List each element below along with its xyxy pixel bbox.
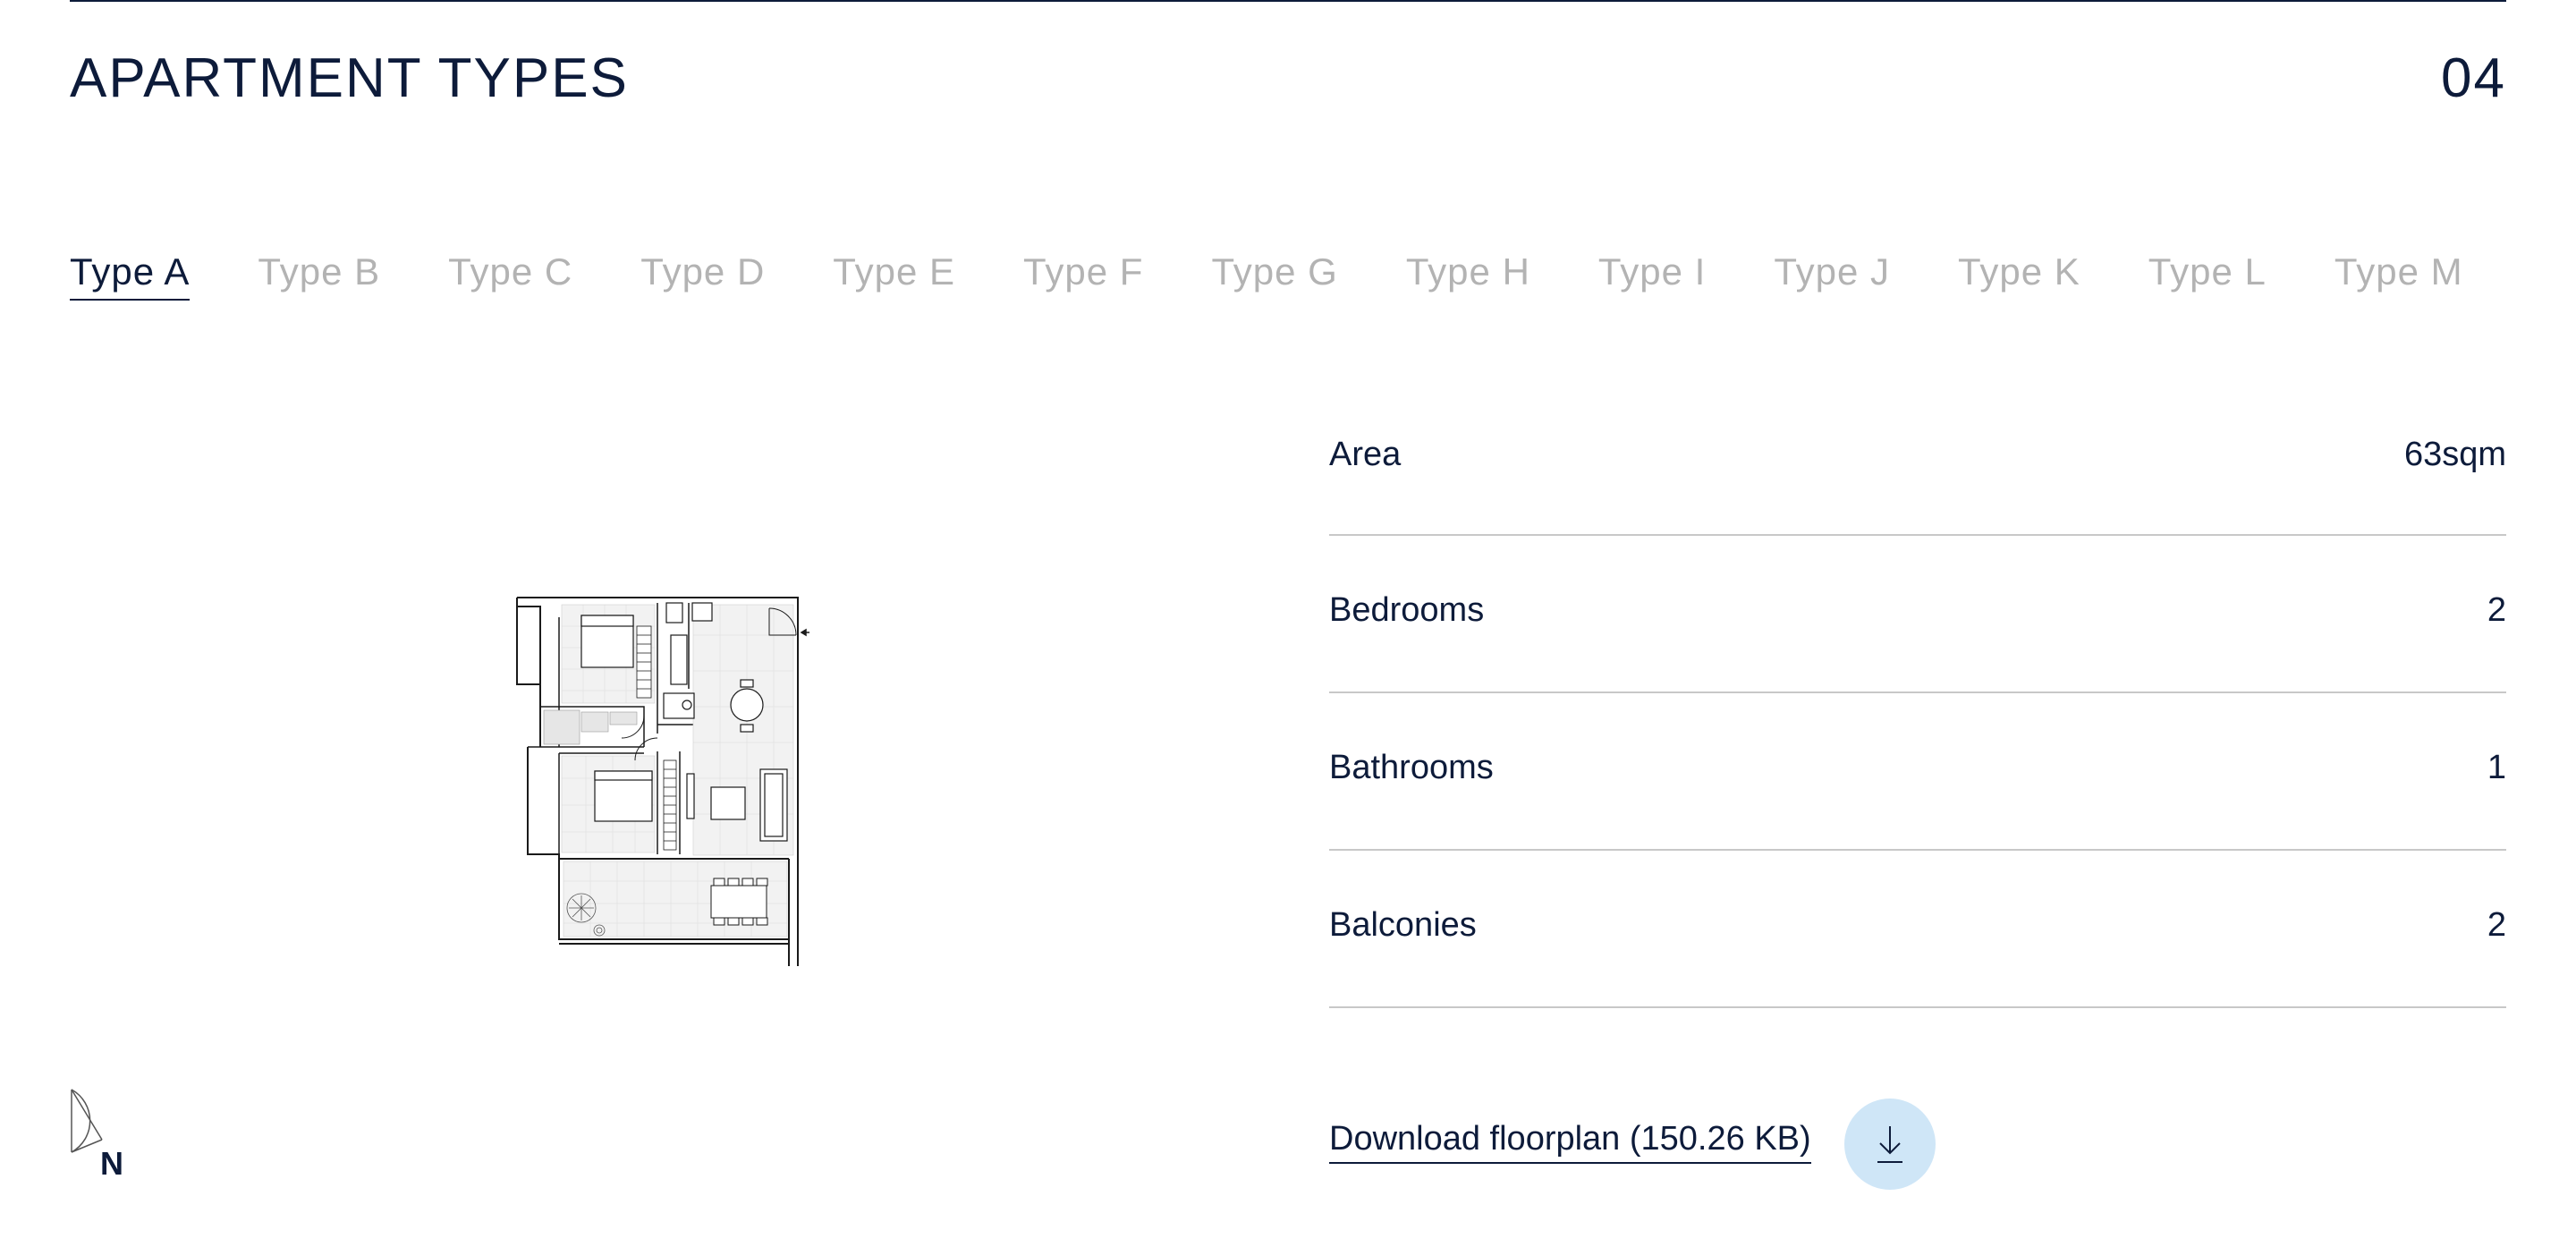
tab-type-f[interactable]: Type F <box>1023 250 1143 299</box>
tab-type-m[interactable]: Type M <box>2334 250 2463 299</box>
compass-north-label: N <box>100 1145 123 1182</box>
section-title: APARTMENT TYPES <box>70 47 629 109</box>
tab-type-h[interactable]: Type H <box>1406 250 1530 299</box>
spec-row-bathrooms: Bathrooms 1 <box>1329 693 2506 851</box>
tab-type-c[interactable]: Type C <box>448 250 572 299</box>
tab-type-l[interactable]: Type L <box>2148 250 2267 299</box>
download-floorplan-link[interactable]: Download floorplan (150.26 KB) <box>1329 1120 1811 1164</box>
spec-value: 1 <box>2487 749 2506 786</box>
tab-type-j[interactable]: Type J <box>1774 250 1890 299</box>
download-arrow-icon <box>1877 1126 1902 1163</box>
tab-type-k[interactable]: Type K <box>1958 250 2080 299</box>
download-button[interactable] <box>1844 1099 1936 1190</box>
tab-type-d[interactable]: Type D <box>640 250 765 299</box>
section-number: 04 <box>2441 47 2506 109</box>
spec-row-area: Area 63sqm <box>1329 380 2506 536</box>
spec-value: 2 <box>2487 906 2506 944</box>
top-divider <box>70 0 2506 2</box>
spec-value: 2 <box>2487 591 2506 629</box>
spec-label: Bathrooms <box>1329 749 1494 786</box>
spec-label: Bedrooms <box>1329 591 1485 629</box>
tab-type-g[interactable]: Type G <box>1211 250 1337 299</box>
spec-row-bedrooms: Bedrooms 2 <box>1329 536 2506 693</box>
apartment-specs: Area 63sqm Bedrooms 2 Bathrooms 1 Balcon… <box>1329 380 2506 1008</box>
spec-label: Balconies <box>1329 906 1477 944</box>
tab-type-i[interactable]: Type I <box>1598 250 1706 299</box>
floorplan-drawing <box>516 597 809 966</box>
tab-type-b[interactable]: Type B <box>258 250 380 299</box>
tab-type-e[interactable]: Type E <box>833 250 955 299</box>
tab-type-a[interactable]: Type A <box>70 250 191 301</box>
apartment-type-tabs: Type A Type B Type C Type D Type E Type F Type… <box>70 250 2576 313</box>
spec-label: Area <box>1329 436 1402 473</box>
spec-row-balconies: Balconies 2 <box>1329 851 2506 1008</box>
spec-value: 63sqm <box>2403 436 2506 473</box>
